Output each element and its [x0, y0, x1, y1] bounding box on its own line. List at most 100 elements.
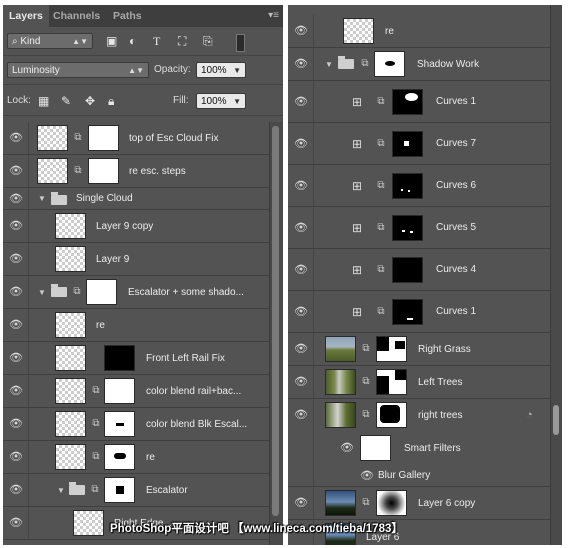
tab-paths[interactable]: Paths	[107, 5, 148, 27]
eye-icon[interactable]: 👁︎	[7, 276, 25, 309]
layer-thumbnail	[55, 444, 86, 470]
lock-transparent-icon[interactable]: ▦	[38, 93, 49, 109]
smart-object-layer-row[interactable]: 👁︎ ⧉ right trees ◔	[288, 399, 550, 432]
tab-layers[interactable]: Layers	[3, 5, 49, 27]
expand-triangle-icon[interactable]: ▼	[38, 188, 46, 210]
filter-toggle-switch[interactable]	[236, 34, 245, 52]
scrollbar-thumb[interactable]	[272, 126, 279, 516]
link-icon[interactable]: ⧉	[376, 264, 386, 275]
layer-row[interactable]: 👁︎ Front Left Rail Fix	[3, 342, 269, 375]
eye-icon[interactable]: 👁︎	[7, 188, 25, 210]
link-icon[interactable]: ⧉	[91, 451, 101, 462]
eye-icon[interactable]: 👁︎	[7, 342, 25, 375]
expand-triangle-icon[interactable]: ▼	[325, 48, 333, 81]
scrollbar-thumb[interactable]	[553, 405, 559, 435]
eye-icon[interactable]: 👁︎	[292, 165, 310, 207]
layer-row[interactable]: 👁︎ re	[3, 309, 269, 342]
opacity-input[interactable]: 100% ▼	[196, 62, 246, 78]
scrollbar[interactable]	[269, 122, 283, 545]
adjustment-layer-row[interactable]: 👁︎ ⊞ ⧉ Curves 1	[288, 81, 550, 123]
layer-row[interactable]: 👁︎ ⧉ Right Grass	[288, 333, 550, 366]
filter-kind-select[interactable]: ⌕ Kind ▲▼	[7, 33, 93, 49]
chevron-down-icon[interactable]: ▼	[233, 63, 241, 79]
link-icon[interactable]: ⧉	[376, 138, 386, 149]
link-icon[interactable]: ⧉	[376, 96, 386, 107]
eye-icon[interactable]: 👁︎	[7, 122, 25, 155]
group-row[interactable]: 👁︎ ▼ ⧉ Shadow Work	[288, 48, 550, 81]
eye-icon[interactable]: 👁︎	[7, 243, 25, 276]
layer-row[interactable]: 👁︎ ⧉ top of Esc Cloud Fix	[3, 122, 269, 155]
layer-row[interactable]: 👁︎ re	[288, 15, 550, 48]
image-filter-icon[interactable]: ▣	[106, 33, 117, 49]
eye-icon[interactable]: 👁︎	[7, 474, 25, 507]
eye-icon[interactable]: 👁︎	[7, 441, 25, 474]
layer-row[interactable]: 👁︎ ⧉ color blend rail+bac...	[3, 375, 269, 408]
layer-row[interactable]: 👁︎ ⧉ re	[3, 441, 269, 474]
link-icon[interactable]: ⧉	[90, 484, 100, 495]
smartobject-filter-icon[interactable]: ⎘	[203, 33, 213, 49]
eye-icon[interactable]: 👁︎	[292, 81, 310, 123]
group-row[interactable]: 👁︎ ▼ ⧉ Escalator + some shado...	[3, 276, 269, 309]
lock-all-icon[interactable]: 🔒︎	[108, 93, 114, 109]
eye-icon[interactable]: 👁︎	[292, 48, 310, 81]
link-icon[interactable]: ⧉	[361, 376, 371, 387]
eye-icon[interactable]: 👁︎	[7, 155, 25, 188]
eye-icon[interactable]: 👁︎	[7, 408, 25, 441]
link-icon[interactable]: ⧉	[360, 58, 370, 69]
link-icon[interactable]: ⧉	[73, 165, 83, 176]
shape-filter-icon[interactable]: ⛶	[178, 33, 186, 49]
tab-channels[interactable]: Channels	[47, 5, 106, 27]
adjustment-layer-row[interactable]: 👁︎ ⊞ ⧉ Curves 4	[288, 249, 550, 291]
adjustment-layer-row[interactable]: 👁︎ ⊞ ⧉ Curves 5	[288, 207, 550, 249]
adjustment-layer-row[interactable]: 👁︎ ⊞ ⧉ Curves 6	[288, 165, 550, 207]
fill-input[interactable]: 100% ▼	[196, 93, 246, 109]
layer-row[interactable]: 👁︎ Layer 9	[3, 243, 269, 276]
layer-row[interactable]: 👁︎ ⧉ Left Trees	[288, 366, 550, 399]
eye-icon[interactable]: 👁︎	[292, 207, 310, 249]
lock-position-icon[interactable]: ✥	[85, 93, 95, 109]
link-icon[interactable]: ⧉	[361, 497, 371, 508]
eye-icon[interactable]: 👁︎	[7, 507, 25, 540]
filter-row[interactable]: 👁︎ Blur Gallery	[288, 465, 550, 487]
link-icon[interactable]: ⧉	[72, 286, 82, 297]
eye-icon[interactable]: 👁︎	[338, 432, 356, 465]
layer-row[interactable]: 👁︎ Layer 9 copy	[3, 210, 269, 243]
blend-mode-select[interactable]: Luminosity ▲▼	[7, 62, 149, 78]
adjustment-layer-row[interactable]: 👁︎ ⊞ ⧉ Curves 7	[288, 123, 550, 165]
adjustment-layer-row[interactable]: 👁︎ ⊞ ⧉ Curves 1	[288, 291, 550, 333]
eye-icon[interactable]: 👁︎	[292, 249, 310, 291]
eye-icon[interactable]: 👁︎	[358, 465, 376, 487]
smart-filters-row[interactable]: 👁︎ Smart Filters	[288, 432, 550, 465]
panel-menu-icon[interactable]: ▾≡	[268, 10, 279, 21]
eye-icon[interactable]: 👁︎	[7, 210, 25, 243]
link-icon[interactable]: ⧉	[376, 306, 386, 317]
type-filter-icon[interactable]: T	[153, 33, 160, 49]
link-icon[interactable]: ⧉	[91, 418, 101, 429]
link-icon[interactable]: ⧉	[376, 180, 386, 191]
scrollbar[interactable]	[550, 5, 562, 545]
eye-icon[interactable]: 👁︎	[292, 366, 310, 399]
layer-row[interactable]: 👁︎ ⧉ Layer 6 copy	[288, 487, 550, 520]
eye-icon[interactable]: 👁︎	[7, 375, 25, 408]
layer-row[interactable]: 👁︎ ⧉ re esc. steps	[3, 155, 269, 188]
adjustment-filter-icon[interactable]: ◐	[129, 33, 136, 49]
link-icon[interactable]: ⧉	[73, 132, 83, 143]
link-icon[interactable]: ⧉	[91, 385, 101, 396]
chevron-down-icon[interactable]: ▼	[233, 94, 241, 110]
eye-icon[interactable]: 👁︎	[292, 333, 310, 366]
layer-row[interactable]: 👁︎ ⧉ color blend Blk Escal...	[3, 408, 269, 441]
expand-triangle-icon[interactable]: ▼	[38, 276, 46, 309]
link-icon[interactable]: ⧉	[361, 343, 371, 354]
eye-icon[interactable]: 👁︎	[292, 399, 310, 432]
eye-icon[interactable]: 👁︎	[292, 291, 310, 333]
eye-icon[interactable]: 👁︎	[292, 487, 310, 520]
group-row[interactable]: 👁︎ ▼ Single Cloud	[3, 188, 269, 210]
lock-paint-icon[interactable]: ✎	[61, 93, 71, 109]
eye-icon[interactable]: 👁︎	[292, 123, 310, 165]
link-icon[interactable]: ⧉	[361, 409, 371, 420]
link-icon[interactable]: ⧉	[376, 222, 386, 233]
expand-triangle-icon[interactable]: ▼	[57, 474, 65, 507]
eye-icon[interactable]: 👁︎	[7, 309, 25, 342]
eye-icon[interactable]: 👁︎	[292, 15, 310, 48]
group-row[interactable]: 👁︎ ▼ ⧉ Escalator	[3, 474, 269, 507]
